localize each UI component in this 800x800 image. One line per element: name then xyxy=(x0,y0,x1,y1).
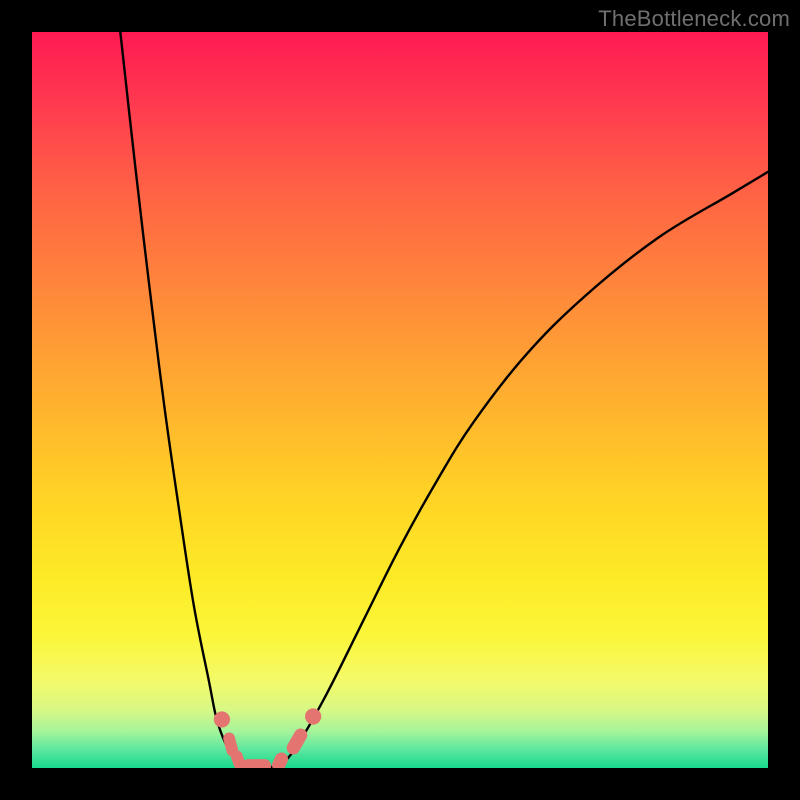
chart-svg xyxy=(32,32,768,768)
chart-frame: TheBottleneck.com xyxy=(0,0,800,800)
marker-group xyxy=(214,708,321,768)
marker-dot xyxy=(305,708,321,724)
marker-dot xyxy=(214,711,230,727)
marker-capsule xyxy=(242,759,271,768)
plot-area xyxy=(32,32,768,768)
watermark-label: TheBottleneck.com xyxy=(598,6,790,32)
marker-capsule xyxy=(270,750,290,768)
bottleneck-curve xyxy=(120,32,768,767)
curve-path xyxy=(120,32,768,767)
